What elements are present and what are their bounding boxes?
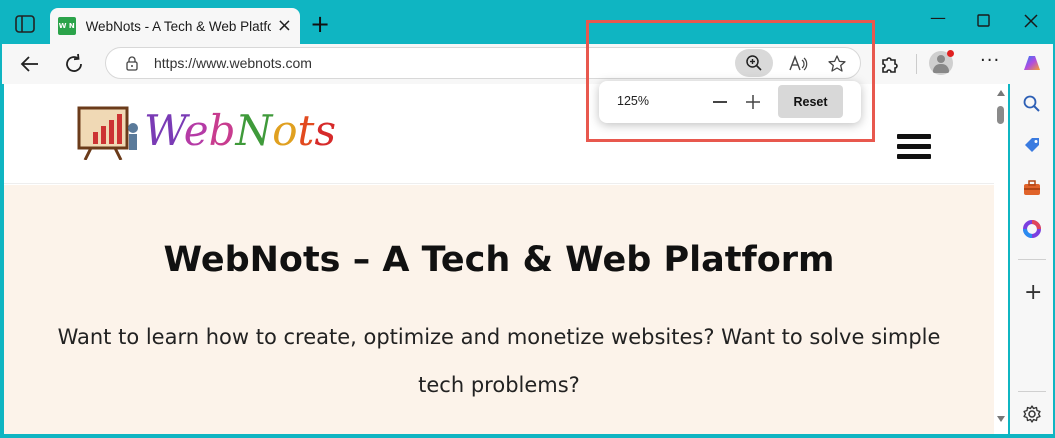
sidebar-divider xyxy=(1018,391,1046,392)
extensions-puzzle-icon[interactable] xyxy=(878,52,902,76)
settings-gear-icon[interactable] xyxy=(1022,404,1042,424)
hero-description: Want to learn how to create, optimize an… xyxy=(57,325,941,397)
tab-title: WebNots - A Tech & Web Platform xyxy=(85,18,271,34)
logo-letter: o xyxy=(272,106,298,155)
webnots-logo-icon[interactable] xyxy=(77,106,143,160)
shopping-tag-icon[interactable] xyxy=(1022,136,1042,156)
back-arrow-icon[interactable] xyxy=(18,52,42,76)
logo-letter: b xyxy=(208,106,236,155)
url-text[interactable]: https://www.webnots.com xyxy=(154,55,312,71)
page-scrollbar[interactable] xyxy=(994,84,1008,434)
more-options-icon[interactable]: ··· xyxy=(980,52,1000,70)
close-tab-icon[interactable]: × xyxy=(277,17,292,35)
office-icon[interactable] xyxy=(1022,219,1042,239)
hero-title: WebNots – A Tech & Web Platform xyxy=(163,240,835,280)
tab-webnots[interactable]: W N WebNots - A Tech & Web Platform × xyxy=(50,8,300,44)
toolbar-divider xyxy=(916,54,917,74)
sidebar-divider xyxy=(1018,259,1046,260)
tools-briefcase-icon[interactable] xyxy=(1022,178,1042,198)
add-sidebar-app-icon[interactable]: + xyxy=(1024,282,1042,304)
webnots-favicon-icon: W N xyxy=(58,17,76,35)
title-bar: W N WebNots - A Tech & Web Platform × + … xyxy=(0,0,1055,44)
highlight-annotation-box xyxy=(586,20,875,142)
hero-section: WebNots – A Tech & Web Platform Want to … xyxy=(4,185,994,434)
copilot-icon[interactable] xyxy=(1020,52,1044,76)
close-window-button[interactable] xyxy=(1024,14,1038,28)
minimize-button[interactable]: — xyxy=(930,10,946,26)
search-icon[interactable] xyxy=(1022,94,1042,114)
lock-icon[interactable] xyxy=(124,55,140,71)
browser-toolbar: https://www.webnots.com ··· xyxy=(2,44,1053,84)
scroll-up-arrow-icon[interactable] xyxy=(997,90,1005,96)
logo-letter: t xyxy=(297,106,315,155)
new-tab-button[interactable]: + xyxy=(310,12,330,36)
logo-letter: s xyxy=(314,106,336,155)
scroll-down-arrow-icon[interactable] xyxy=(997,416,1005,422)
scroll-thumb[interactable] xyxy=(997,106,1004,124)
logo-letter: W xyxy=(144,106,184,155)
edge-sidebar: + xyxy=(1010,84,1053,434)
maximize-button[interactable] xyxy=(977,14,991,28)
hamburger-menu-icon[interactable] xyxy=(897,134,931,160)
logo-letter: e xyxy=(183,106,209,155)
refresh-icon[interactable] xyxy=(62,52,86,76)
webnots-logo-text[interactable]: WebNots xyxy=(144,106,336,155)
tab-actions-icon[interactable] xyxy=(14,13,36,35)
logo-letter: N xyxy=(235,106,273,155)
notification-dot-icon xyxy=(947,50,954,57)
profile-avatar[interactable] xyxy=(929,50,954,75)
